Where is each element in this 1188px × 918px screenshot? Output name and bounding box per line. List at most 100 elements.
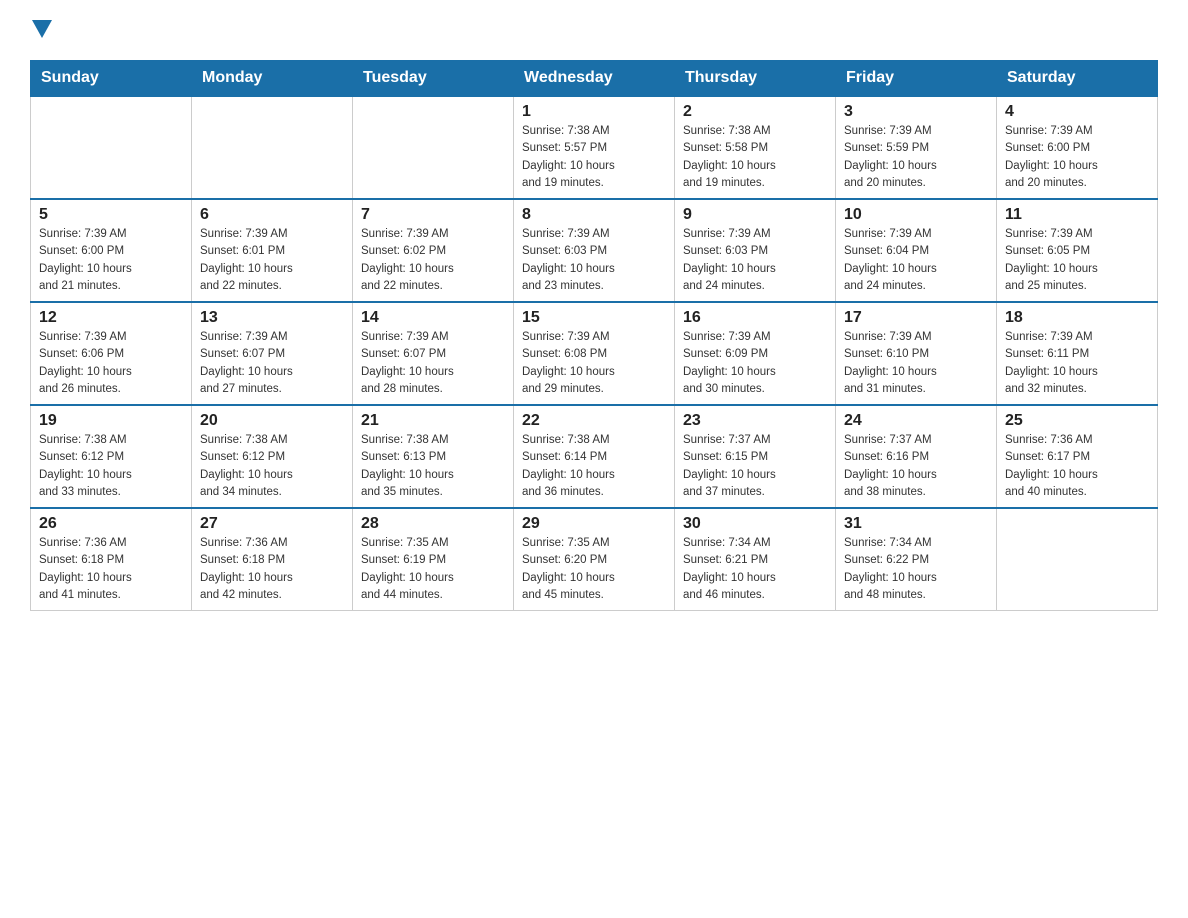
day-number: 19 (39, 412, 183, 430)
day-info: Sunrise: 7:39 AM Sunset: 6:02 PM Dayligh… (361, 226, 505, 295)
day-info: Sunrise: 7:39 AM Sunset: 6:01 PM Dayligh… (200, 226, 344, 295)
calendar-cell: 26 Sunrise: 7:36 AM Sunset: 6:18 PM Dayli… (31, 508, 192, 611)
day-number: 15 (522, 309, 666, 327)
calendar-cell: 4 Sunrise: 7:39 AM Sunset: 6:00 PM Daylig… (997, 96, 1158, 199)
day-number: 14 (361, 309, 505, 327)
day-info: Sunrise: 7:34 AM Sunset: 6:21 PM Dayligh… (683, 535, 827, 604)
calendar-table: SundayMondayTuesdayWednesdayThursdayFrid… (30, 60, 1158, 611)
calendar-cell: 13 Sunrise: 7:39 AM Sunset: 6:07 PM Dayli… (192, 302, 353, 405)
week-row-3: 12 Sunrise: 7:39 AM Sunset: 6:06 PM Dayli… (31, 302, 1158, 405)
calendar-cell: 12 Sunrise: 7:39 AM Sunset: 6:06 PM Dayli… (31, 302, 192, 405)
day-info: Sunrise: 7:39 AM Sunset: 6:11 PM Dayligh… (1005, 329, 1149, 398)
page-header (30, 20, 1158, 40)
day-number: 30 (683, 515, 827, 533)
logo (30, 20, 52, 40)
day-info: Sunrise: 7:38 AM Sunset: 6:14 PM Dayligh… (522, 432, 666, 501)
day-number: 18 (1005, 309, 1149, 327)
calendar-cell (31, 96, 192, 199)
day-number: 16 (683, 309, 827, 327)
calendar-cell: 24Sunrise: 7:37 AM Sunset: 6:16 PM Dayli… (836, 405, 997, 508)
day-number: 20 (200, 412, 344, 430)
calendar-cell: 3 Sunrise: 7:39 AM Sunset: 5:59 PM Daylig… (836, 96, 997, 199)
day-info: Sunrise: 7:37 AM Sunset: 6:15 PM Dayligh… (683, 432, 827, 501)
day-number: 9 (683, 206, 827, 224)
weekday-header-tuesday: Tuesday (353, 61, 514, 97)
calendar-cell: 16 Sunrise: 7:39 AM Sunset: 6:09 PM Dayli… (675, 302, 836, 405)
day-number: 11 (1005, 206, 1149, 224)
day-number: 25 (1005, 412, 1149, 430)
day-info: Sunrise: 7:36 AM Sunset: 6:17 PM Dayligh… (1005, 432, 1149, 501)
day-number: 2 (683, 103, 827, 121)
day-info: Sunrise: 7:39 AM Sunset: 6:00 PM Dayligh… (39, 226, 183, 295)
week-row-4: 19 Sunrise: 7:38 AM Sunset: 6:12 PM Dayli… (31, 405, 1158, 508)
day-number: 29 (522, 515, 666, 533)
day-number: 3 (844, 103, 988, 121)
day-info: Sunrise: 7:39 AM Sunset: 6:08 PM Dayligh… (522, 329, 666, 398)
day-info: Sunrise: 7:38 AM Sunset: 6:12 PM Dayligh… (200, 432, 344, 501)
calendar-cell: 1 Sunrise: 7:38 AM Sunset: 5:57 PM Daylig… (514, 96, 675, 199)
calendar-cell: 9 Sunrise: 7:39 AM Sunset: 6:03 PM Daylig… (675, 199, 836, 302)
day-info: Sunrise: 7:34 AM Sunset: 6:22 PM Dayligh… (844, 535, 988, 604)
calendar-cell (997, 508, 1158, 611)
day-info: Sunrise: 7:35 AM Sunset: 6:20 PM Dayligh… (522, 535, 666, 604)
calendar-cell: 25 Sunrise: 7:36 AM Sunset: 6:17 PM Dayli… (997, 405, 1158, 508)
day-number: 31 (844, 515, 988, 533)
calendar-cell: 7 Sunrise: 7:39 AM Sunset: 6:02 PM Daylig… (353, 199, 514, 302)
logo-triangle-icon (32, 20, 52, 38)
day-number: 12 (39, 309, 183, 327)
calendar-cell: 28Sunrise: 7:35 AM Sunset: 6:19 PM Dayli… (353, 508, 514, 611)
calendar-cell: 14 Sunrise: 7:39 AM Sunset: 6:07 PM Dayli… (353, 302, 514, 405)
calendar-cell: 30 Sunrise: 7:34 AM Sunset: 6:21 PM Dayli… (675, 508, 836, 611)
day-number: 6 (200, 206, 344, 224)
calendar-cell: 22 Sunrise: 7:38 AM Sunset: 6:14 PM Dayli… (514, 405, 675, 508)
calendar-cell: 15 Sunrise: 7:39 AM Sunset: 6:08 PM Dayli… (514, 302, 675, 405)
day-info: Sunrise: 7:39 AM Sunset: 6:06 PM Dayligh… (39, 329, 183, 398)
day-number: 26 (39, 515, 183, 533)
calendar-cell: 23 Sunrise: 7:37 AM Sunset: 6:15 PM Dayli… (675, 405, 836, 508)
day-number: 4 (1005, 103, 1149, 121)
day-info: Sunrise: 7:36 AM Sunset: 6:18 PM Dayligh… (39, 535, 183, 604)
day-number: 1 (522, 103, 666, 121)
day-number: 23 (683, 412, 827, 430)
day-info: Sunrise: 7:39 AM Sunset: 6:09 PM Dayligh… (683, 329, 827, 398)
day-info: Sunrise: 7:39 AM Sunset: 6:05 PM Dayligh… (1005, 226, 1149, 295)
calendar-cell: 17Sunrise: 7:39 AM Sunset: 6:10 PM Dayli… (836, 302, 997, 405)
day-number: 28 (361, 515, 505, 533)
calendar-cell: 10 Sunrise: 7:39 AM Sunset: 6:04 PM Dayli… (836, 199, 997, 302)
calendar-cell (353, 96, 514, 199)
day-info: Sunrise: 7:38 AM Sunset: 5:57 PM Dayligh… (522, 123, 666, 192)
calendar-cell: 6 Sunrise: 7:39 AM Sunset: 6:01 PM Daylig… (192, 199, 353, 302)
day-info: Sunrise: 7:39 AM Sunset: 6:00 PM Dayligh… (1005, 123, 1149, 192)
weekday-header-saturday: Saturday (997, 61, 1158, 97)
day-info: Sunrise: 7:36 AM Sunset: 6:18 PM Dayligh… (200, 535, 344, 604)
day-number: 13 (200, 309, 344, 327)
calendar-cell: 11 Sunrise: 7:39 AM Sunset: 6:05 PM Dayli… (997, 199, 1158, 302)
calendar-cell: 20 Sunrise: 7:38 AM Sunset: 6:12 PM Dayli… (192, 405, 353, 508)
day-number: 10 (844, 206, 988, 224)
day-info: Sunrise: 7:39 AM Sunset: 6:03 PM Dayligh… (683, 226, 827, 295)
day-number: 8 (522, 206, 666, 224)
day-info: Sunrise: 7:39 AM Sunset: 6:10 PM Dayligh… (844, 329, 988, 398)
week-row-1: 1 Sunrise: 7:38 AM Sunset: 5:57 PM Daylig… (31, 96, 1158, 199)
day-info: Sunrise: 7:39 AM Sunset: 6:03 PM Dayligh… (522, 226, 666, 295)
calendar-cell: 19 Sunrise: 7:38 AM Sunset: 6:12 PM Dayli… (31, 405, 192, 508)
calendar-cell: 2 Sunrise: 7:38 AM Sunset: 5:58 PM Daylig… (675, 96, 836, 199)
week-row-5: 26 Sunrise: 7:36 AM Sunset: 6:18 PM Dayli… (31, 508, 1158, 611)
weekday-header-wednesday: Wednesday (514, 61, 675, 97)
day-info: Sunrise: 7:39 AM Sunset: 6:07 PM Dayligh… (200, 329, 344, 398)
day-info: Sunrise: 7:38 AM Sunset: 6:13 PM Dayligh… (361, 432, 505, 501)
day-info: Sunrise: 7:39 AM Sunset: 6:04 PM Dayligh… (844, 226, 988, 295)
day-info: Sunrise: 7:37 AM Sunset: 6:16 PM Dayligh… (844, 432, 988, 501)
day-number: 21 (361, 412, 505, 430)
calendar-cell: 8 Sunrise: 7:39 AM Sunset: 6:03 PM Daylig… (514, 199, 675, 302)
weekday-header-friday: Friday (836, 61, 997, 97)
day-info: Sunrise: 7:39 AM Sunset: 6:07 PM Dayligh… (361, 329, 505, 398)
calendar-cell: 27Sunrise: 7:36 AM Sunset: 6:18 PM Dayli… (192, 508, 353, 611)
calendar-cell: 21 Sunrise: 7:38 AM Sunset: 6:13 PM Dayli… (353, 405, 514, 508)
week-row-2: 5Sunrise: 7:39 AM Sunset: 6:00 PM Daylig… (31, 199, 1158, 302)
day-number: 7 (361, 206, 505, 224)
day-info: Sunrise: 7:38 AM Sunset: 6:12 PM Dayligh… (39, 432, 183, 501)
day-number: 22 (522, 412, 666, 430)
day-info: Sunrise: 7:38 AM Sunset: 5:58 PM Dayligh… (683, 123, 827, 192)
day-info: Sunrise: 7:39 AM Sunset: 5:59 PM Dayligh… (844, 123, 988, 192)
